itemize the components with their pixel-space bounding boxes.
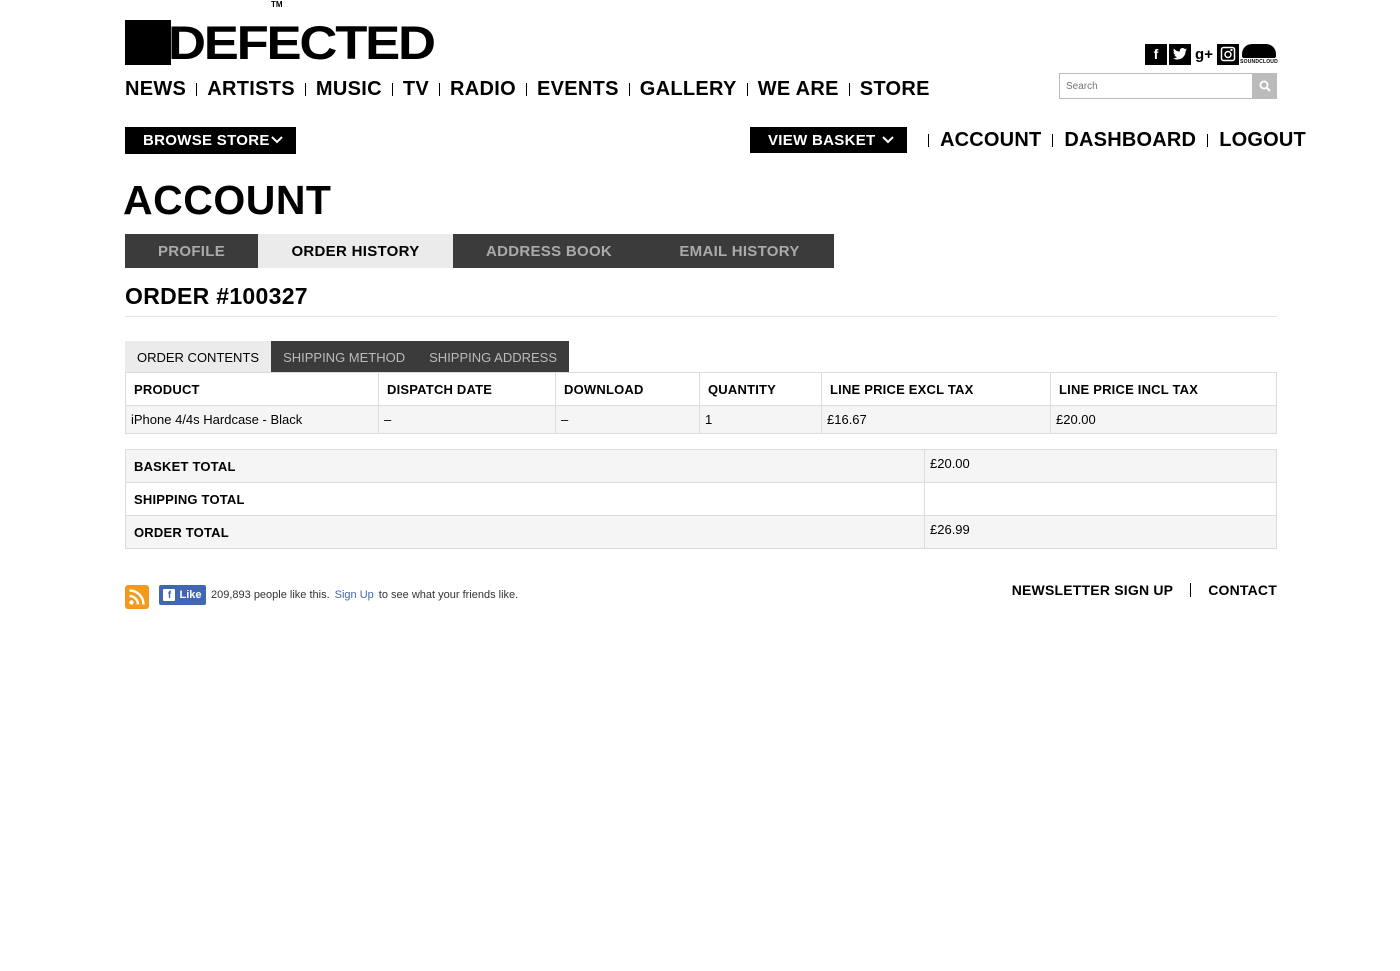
nav-music[interactable]: MUSIC (316, 77, 382, 101)
order-items-table: PRODUCT DISPATCH DATE DOWNLOAD QUANTITY … (125, 372, 1277, 434)
tab-shipping-method[interactable]: SHIPPING METHOD (271, 341, 418, 373)
dashboard-link[interactable]: DASHBOARD (1064, 129, 1196, 152)
nav-we-are[interactable]: WE ARE (758, 77, 839, 101)
table-row: ORDER TOTAL £26.99 (125, 515, 1277, 549)
chevron-down-icon (882, 136, 894, 144)
browse-store-button[interactable]: BROWSE STORE (125, 127, 296, 154)
browse-store-label: BROWSE STORE (143, 132, 270, 149)
tab-order-history[interactable]: ORDER HISTORY (258, 234, 453, 268)
logo-block (125, 20, 171, 65)
cell-download: – (555, 405, 700, 434)
facebook-like-suffix: to see what your friends like. (378, 589, 519, 601)
newsletter-signup-link[interactable]: NEWSLETTER SIGN UP (1012, 582, 1174, 598)
shipping-total-value (924, 482, 1277, 516)
search-button[interactable] (1253, 73, 1277, 99)
cell-quantity: 1 (699, 405, 822, 434)
tab-shipping-address[interactable]: SHIPPING ADDRESS (417, 341, 570, 373)
view-basket-label: VIEW BASKET (768, 131, 876, 149)
facebook-like-widget: f Like 209,893 people like this. Sign Up… (159, 585, 518, 605)
logout-link[interactable]: LOGOUT (1219, 129, 1306, 152)
nav-separator (1207, 133, 1209, 147)
facebook-signup-link[interactable]: Sign Up (335, 589, 374, 601)
cell-dispatch-date: – (378, 405, 556, 434)
cell-price-incl: £20.00 (1050, 405, 1277, 434)
order-totals-table: BASKET TOTAL £20.00 SHIPPING TOTAL ORDER… (125, 449, 1277, 549)
order-title: ORDER #100327 (125, 283, 308, 309)
soundcloud-cloud-shape (1242, 44, 1276, 58)
facebook-icon: f (163, 589, 176, 601)
nav-separator (391, 82, 393, 96)
soundcloud-icon[interactable]: SOUNDCLOUD (1240, 43, 1278, 65)
table-row: iPhone 4/4s Hardcase - Black – – 1 £16.6… (125, 405, 1277, 434)
nav-separator (439, 82, 440, 96)
rss-icon[interactable] (125, 585, 149, 609)
order-total-value: £26.99 (924, 515, 1277, 549)
footer-nav: NEWSLETTER SIGN UP CONTACT (1012, 580, 1277, 600)
nav-separator (1052, 133, 1054, 147)
facebook-like-count: 209,893 people like this. (211, 589, 330, 601)
table-row: SHIPPING TOTAL (125, 482, 1277, 516)
nav-separator (848, 82, 850, 96)
logo-trademark: TM (271, 0, 283, 9)
nav-store[interactable]: STORE (860, 77, 930, 101)
tab-email-history[interactable]: EMAIL HISTORY (645, 234, 834, 268)
cell-product: iPhone 4/4s Hardcase - Black (125, 405, 379, 434)
nav-news[interactable]: NEWS (125, 77, 186, 101)
tab-order-contents[interactable]: ORDER CONTENTS (125, 341, 272, 373)
search-icon (1259, 80, 1271, 92)
search-input[interactable] (1059, 73, 1253, 99)
table-row: BASKET TOTAL £20.00 (125, 449, 1277, 483)
account-nav: ACCOUNT DASHBOARD LOGOUT (917, 127, 1306, 153)
logo-text: DEFECTED (168, 16, 436, 69)
tab-profile[interactable]: PROFILE (125, 234, 258, 268)
account-tabs: PROFILE ORDER HISTORY ADDRESS BOOK EMAIL… (125, 234, 834, 268)
facebook-like-label: Like (179, 589, 202, 601)
defected-logo[interactable]: DEFECTED (125, 19, 436, 66)
nav-separator (525, 82, 527, 96)
nav-artists[interactable]: ARTISTS (207, 77, 295, 101)
nav-gallery[interactable]: GALLERY (640, 77, 737, 101)
view-basket-button[interactable]: VIEW BASKET (750, 127, 907, 153)
nav-separator (746, 82, 748, 96)
basket-total-value: £20.00 (924, 449, 1277, 483)
social-links: f g+ SOUNDCLOUD (1145, 43, 1278, 65)
nav-radio[interactable]: RADIO (450, 77, 516, 101)
nav-separator (1190, 583, 1192, 597)
main-nav: NEWS ARTISTS MUSIC TV RADIO EVENTS GALLE… (125, 77, 930, 101)
nav-separator (196, 82, 198, 96)
column-header-dispatch-date: DISPATCH DATE (378, 372, 556, 406)
contact-link[interactable]: CONTACT (1208, 582, 1277, 598)
column-header-quantity: QUANTITY (699, 372, 822, 406)
google-plus-icon[interactable]: g+ (1193, 43, 1215, 65)
nav-separator (628, 82, 630, 96)
order-total-label: ORDER TOTAL (125, 515, 925, 549)
nav-separator (304, 82, 306, 96)
twitter-icon[interactable] (1169, 43, 1191, 65)
table-header-row: PRODUCT DISPATCH DATE DOWNLOAD QUANTITY … (125, 372, 1277, 406)
column-header-download: DOWNLOAD (555, 372, 700, 406)
search-box (1059, 73, 1277, 99)
facebook-icon[interactable]: f (1145, 43, 1167, 65)
cell-price-excl: £16.67 (821, 405, 1051, 434)
column-header-product: PRODUCT (125, 372, 379, 406)
account-link[interactable]: ACCOUNT (940, 129, 1041, 152)
nav-events[interactable]: EVENTS (537, 77, 619, 101)
facebook-like-button[interactable]: f Like (159, 585, 206, 605)
page-title: ACCOUNT (123, 177, 332, 223)
instagram-icon[interactable] (1217, 43, 1239, 65)
nav-tv[interactable]: TV (403, 77, 429, 101)
column-header-price-incl: LINE PRICE INCL TAX (1050, 372, 1277, 406)
column-header-price-excl: LINE PRICE EXCL TAX (821, 372, 1051, 406)
divider (125, 316, 1277, 317)
nav-separator (928, 133, 929, 147)
chevron-down-icon (271, 136, 283, 144)
basket-total-label: BASKET TOTAL (125, 449, 925, 483)
order-tabs: ORDER CONTENTS SHIPPING METHOD SHIPPING … (125, 341, 570, 373)
tab-address-book[interactable]: ADDRESS BOOK (453, 234, 645, 268)
shipping-total-label: SHIPPING TOTAL (125, 482, 925, 516)
soundcloud-label: SOUNDCLOUD (1240, 59, 1278, 65)
